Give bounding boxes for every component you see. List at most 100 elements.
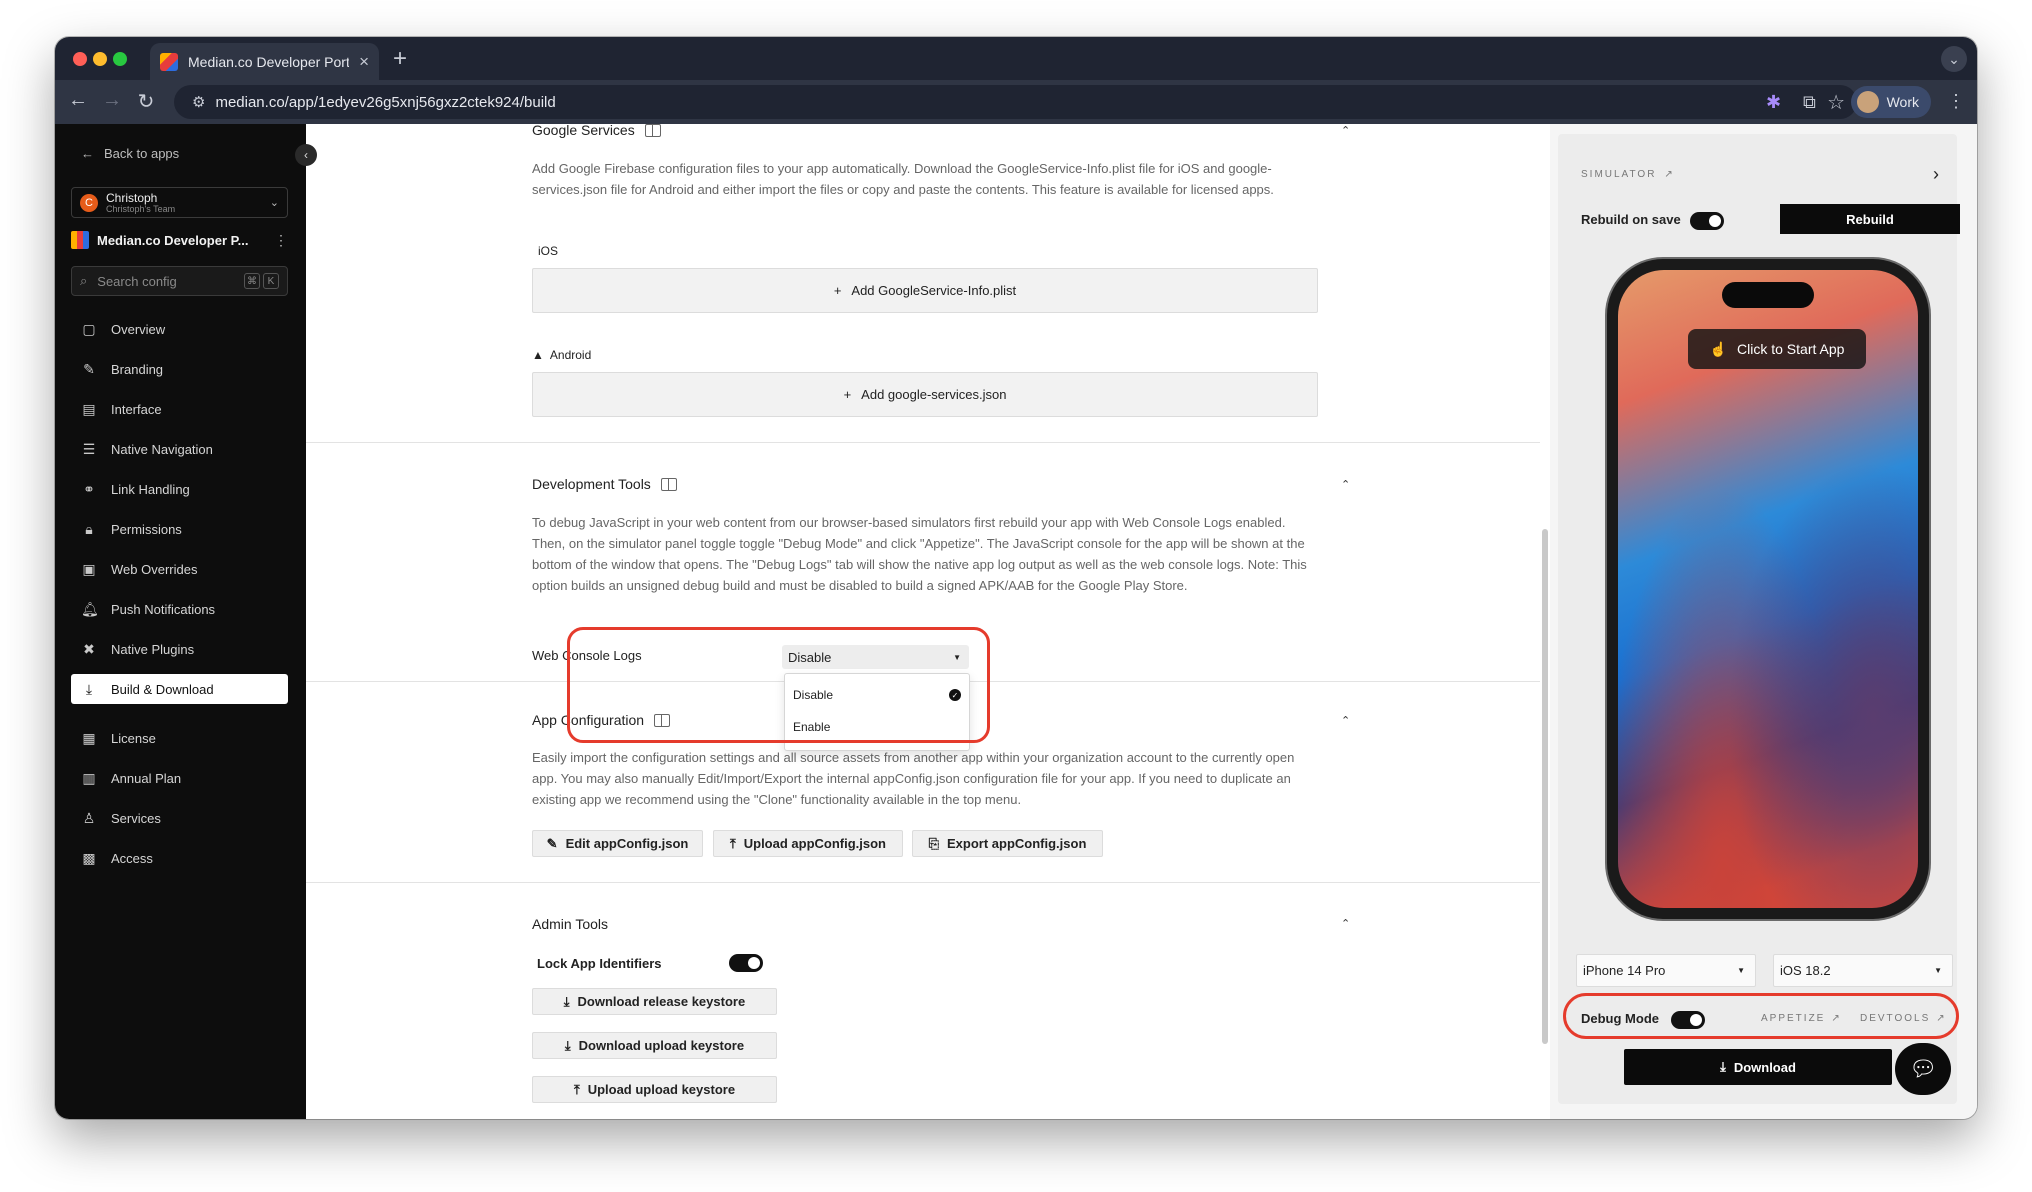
highlight-web-console-logs <box>567 627 990 743</box>
team-selector[interactable]: C Christoph Christoph's Team ⌄ <box>71 187 288 218</box>
sidebar-item-branding[interactable]: ✎ Branding <box>71 354 288 384</box>
rebuild-on-save-toggle[interactable] <box>1690 212 1724 230</box>
upload-appconfig-button[interactable]: ⤒ Upload appConfig.json <box>713 830 903 857</box>
reload-icon[interactable]: ↻ <box>133 89 159 114</box>
dev-tools-title: Development Tools <box>532 476 677 492</box>
section-divider <box>306 882 1540 883</box>
docs-icon[interactable] <box>644 124 661 137</box>
profile-avatar <box>1856 91 1879 113</box>
collapse-sidebar-button[interactable]: ‹ <box>295 144 317 166</box>
dropdown-arrow-icon: ▼ <box>1934 966 1942 975</box>
back-to-apps-link[interactable]: ← Back to apps <box>81 146 179 161</box>
rebuild-button[interactable]: Rebuild <box>1780 204 1960 234</box>
edit-appconfig-button[interactable]: ✎ Edit appConfig.json <box>532 830 703 857</box>
sidebar: ← Back to apps C Christoph Christoph's T… <box>55 124 306 1119</box>
profile-label: Work <box>1886 94 1919 110</box>
simulator-link[interactable]: SIMULATOR ↗ <box>1581 169 1675 180</box>
sidebar-item-overview[interactable]: ▢ Overview <box>71 314 288 344</box>
section-title-text: Admin Tools <box>532 916 609 932</box>
device-select[interactable]: iPhone 14 Pro ▼ <box>1576 954 1756 987</box>
brush-icon: ✎ <box>83 360 95 377</box>
maximize-window-button[interactable] <box>113 52 127 66</box>
sidebar-item-license[interactable]: ▦ License <box>71 723 288 753</box>
sidebar-item-permissions[interactable]: 🔒︎ Permissions <box>71 514 288 544</box>
simulator-label: SIMULATOR <box>1581 169 1657 180</box>
docs-icon[interactable] <box>660 477 677 491</box>
sidebar-item-interface[interactable]: ▤ Interface <box>71 394 288 424</box>
sidebar-item-annual-plan[interactable]: ▥ Annual Plan <box>71 763 288 793</box>
extension-icon[interactable]: ✱ <box>1766 92 1781 113</box>
person-icon: ♙ <box>82 809 96 826</box>
dynamic-island <box>1722 282 1814 308</box>
download-icon: ⤓ <box>85 680 93 697</box>
sidebar-item-label: Permissions <box>111 521 182 537</box>
download-release-keystore-button[interactable]: ⤓ Download release keystore <box>532 988 777 1015</box>
browser-menu-icon[interactable]: ⋮ <box>1947 91 1965 112</box>
add-googleservice-plist-button[interactable]: + Add GoogleService-Info.plist <box>532 268 1318 313</box>
profile-button[interactable]: Work <box>1850 86 1931 118</box>
extensions-puzzle-icon[interactable]: ⧉ <box>1803 92 1816 113</box>
sidebar-item-push-notifications[interactable]: 🔔︎ Push Notifications <box>71 594 288 624</box>
os-select[interactable]: iOS 18.2 ▼ <box>1773 954 1953 987</box>
sidebar-item-label: Push Notifications <box>111 601 216 617</box>
dev-tools-description: To debug JavaScript in your web content … <box>532 515 1307 593</box>
search-icon: ⌕ <box>80 273 88 288</box>
collapse-caret-icon[interactable]: ⌃ <box>1341 917 1350 930</box>
button-label: Add google-services.json <box>861 387 1007 402</box>
tab-close-icon[interactable]: × <box>359 52 369 72</box>
app-selector[interactable]: Median.co Developer P... ⋮ <box>71 227 288 253</box>
sidebar-item-link-handling[interactable]: ⚭ Link Handling <box>71 474 288 504</box>
arrow-left-icon: ← <box>81 146 94 161</box>
download-button[interactable]: ⤓ Download <box>1624 1049 1892 1085</box>
plus-icon: + <box>843 387 852 402</box>
simulator-panel: SIMULATOR ↗ › Rebuild on save Rebuild ☝ … <box>1550 124 1977 1119</box>
android-label-text: Android <box>549 348 592 362</box>
code-icon: ▣ <box>82 560 96 577</box>
url-bar[interactable]: ⚙ median.co/app/1edyev26g5xnj56gxz2ctek9… <box>174 85 1857 119</box>
site-info-icon[interactable]: ⚙ <box>192 93 205 111</box>
chevron-right-icon[interactable]: › <box>1933 164 1939 185</box>
k-key: K <box>263 273 279 289</box>
back-arrow-icon[interactable]: ← <box>65 89 91 112</box>
sidebar-item-label: Overview <box>111 321 166 337</box>
sidebar-item-native-navigation[interactable]: ☰ Native Navigation <box>71 434 288 464</box>
download-upload-keystore-button[interactable]: ⤓ Download upload keystore <box>532 1032 777 1059</box>
more-vertical-icon[interactable]: ⋮ <box>274 232 288 249</box>
sidebar-item-native-plugins[interactable]: ✖ Native Plugins <box>71 634 288 664</box>
simulator-card: SIMULATOR ↗ › Rebuild on save Rebuild ☝ … <box>1558 134 1960 1104</box>
collapse-caret-icon[interactable]: ⌃ <box>1341 124 1350 137</box>
tab-search-button[interactable]: ⌄ <box>1941 46 1967 72</box>
scrollbar[interactable] <box>1542 529 1548 1044</box>
add-google-services-json-button[interactable]: + Add google-services.json <box>532 372 1318 417</box>
android-icon: ▲ <box>532 348 544 362</box>
sidebar-item-access[interactable]: ▩ Access <box>71 843 288 873</box>
tab-bar: Median.co Developer Portal - × + ⌄ <box>55 37 1977 80</box>
collapse-caret-icon[interactable]: ⌃ <box>1341 478 1350 491</box>
app-area: ← Back to apps C Christoph Christoph's T… <box>55 124 1977 1119</box>
chevron-down-icon: ⌄ <box>269 197 279 209</box>
bookmark-star-icon[interactable]: ☆ <box>1827 90 1845 115</box>
forward-arrow-icon[interactable]: → <box>99 89 125 112</box>
search-config-input[interactable]: ⌕ Search config ⌘ K <box>71 266 288 296</box>
minimize-window-button[interactable] <box>93 52 107 66</box>
browser-tab[interactable]: Median.co Developer Portal - × <box>150 43 379 80</box>
sidebar-item-label: Build & Download <box>111 681 214 697</box>
sidebar-item-services[interactable]: ♙ Services <box>71 803 288 833</box>
collapse-caret-icon[interactable]: ⌃ <box>1341 714 1350 727</box>
sidebar-item-web-overrides[interactable]: ▣ Web Overrides <box>71 554 288 584</box>
lock-app-identifiers-toggle[interactable] <box>729 954 763 972</box>
sidebar-item-label: Native Plugins <box>111 641 195 657</box>
button-label: Download <box>1733 1059 1796 1075</box>
button-label: Download upload keystore <box>578 1038 745 1053</box>
phone-simulator[interactable]: ☝ Click to Start App <box>1607 259 1929 919</box>
upload-upload-keystore-button[interactable]: ⤒ Upload upload keystore <box>532 1076 777 1103</box>
sidebar-item-build-download[interactable]: ⤓ Build & Download <box>71 674 288 704</box>
chat-icon: 💬︎ <box>1909 1056 1937 1081</box>
close-window-button[interactable] <box>73 52 87 66</box>
export-appconfig-button[interactable]: ⎘ Export appConfig.json <box>912 830 1103 857</box>
click-to-start-app-button[interactable]: ☝ Click to Start App <box>1688 329 1866 369</box>
chat-support-button[interactable]: 💬︎ <box>1895 1043 1951 1095</box>
back-label: Back to apps <box>104 146 180 161</box>
sidebar-item-label: Annual Plan <box>111 770 182 786</box>
new-tab-button[interactable]: + <box>393 45 407 73</box>
